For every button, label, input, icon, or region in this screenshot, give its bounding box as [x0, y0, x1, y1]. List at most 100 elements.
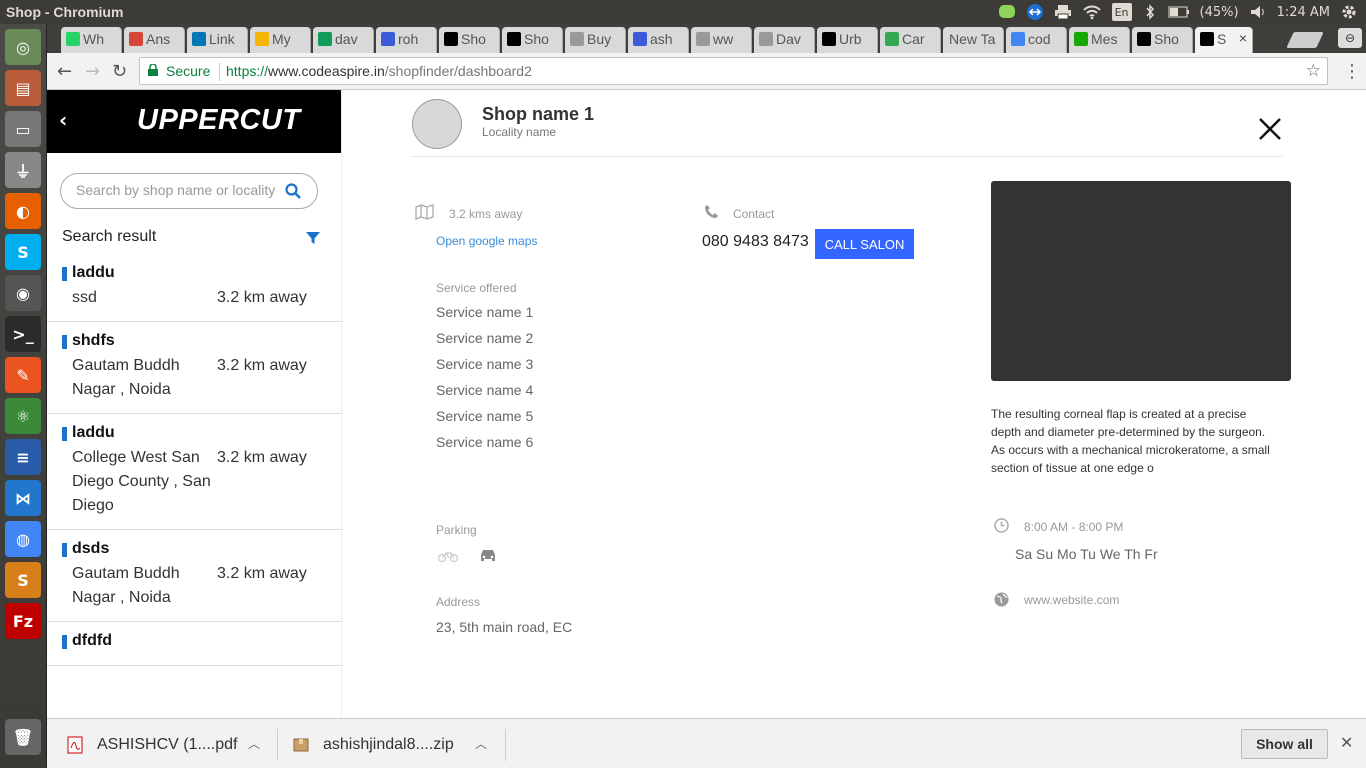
clock[interactable]: 1:24 AM [1277, 5, 1330, 20]
show-all-button[interactable]: Show all [1241, 729, 1328, 759]
terminal-icon[interactable]: >_ [5, 316, 41, 352]
tab-label: Ans [146, 31, 171, 47]
trash-icon[interactable]: 🗑 [5, 719, 41, 755]
atom-icon[interactable]: ⚛ [5, 398, 41, 434]
tab-favicon-icon [822, 32, 836, 46]
address-bar[interactable]: Secure https://www.codeaspire.in/shopfin… [139, 57, 1328, 85]
unity-launcher: ◎ ▤ ▭ ⏚ ◐ S ◉ >_ ✎ ⚛ ≡ ⋈ ◍ S Fz 🗑 [0, 24, 47, 768]
new-tab-button[interactable] [1286, 32, 1324, 48]
filter-icon[interactable] [306, 231, 320, 245]
bluetooth-icon[interactable] [1142, 3, 1158, 21]
bike-icon [438, 552, 458, 563]
vscode-icon[interactable]: ⋈ [5, 480, 41, 516]
shop-list-item[interactable]: laddu ssd 3.2 km away [47, 254, 342, 322]
tab-strip: Wh Ans Link My dav roh Sho Sho Buy ash ww Dav Urb Car… [47, 24, 1366, 53]
shop-list-item[interactable]: dfdfd [47, 622, 342, 666]
forward-arrow-icon[interactable]: → [85, 61, 100, 82]
browser-tab[interactable]: Sho [1132, 27, 1193, 53]
download-item[interactable]: ashishjindal8....zip ︿ [293, 719, 493, 769]
firefox-icon[interactable]: ◐ [5, 193, 41, 229]
address-label: Address [436, 595, 481, 609]
shop-item-name: dfdfd [72, 632, 112, 649]
chevron-up-icon[interactable]: ︿ [248, 735, 260, 752]
battery-icon[interactable] [1168, 3, 1190, 21]
lock-icon [148, 64, 158, 76]
shop-image [991, 181, 1291, 381]
browser-tab[interactable]: New Ta [943, 27, 1004, 53]
open-google-maps-link[interactable]: Open google maps [436, 234, 537, 248]
browser-tab[interactable]: My [250, 27, 311, 53]
browser-tab[interactable]: Mes [1069, 27, 1130, 53]
browser-menu-icon[interactable]: ⋮ [1343, 61, 1361, 82]
website-link[interactable]: www.website.com [1024, 593, 1119, 607]
service-item: Service name 1 [436, 304, 534, 320]
tab-label: Car [902, 31, 925, 47]
tab-close-icon[interactable]: × [1239, 30, 1247, 46]
bookmark-star-icon[interactable]: ☆ [1306, 61, 1321, 81]
chromium-icon[interactable]: ◍ [5, 521, 41, 557]
shop-item-distance: 3.2 km away [217, 357, 307, 374]
browser-tab[interactable]: cod [1006, 27, 1067, 53]
filezilla-icon[interactable]: Fz [5, 603, 41, 639]
wifi-icon[interactable] [1082, 3, 1102, 21]
back-arrow-icon[interactable]: ← [57, 61, 72, 82]
browser-tab[interactable]: Buy [565, 27, 626, 53]
browser-tab[interactable]: Link [187, 27, 248, 53]
browser-tab[interactable]: Car [880, 27, 941, 53]
browser-tab[interactable]: S × [1195, 27, 1253, 53]
shop-list-item[interactable]: dsds Gautam Buddh Nagar , Noida 3.2 km awa… [47, 530, 342, 622]
usb-drive-icon[interactable]: ⏚ [5, 152, 41, 188]
printer-icon[interactable] [1054, 3, 1072, 21]
settings-gear-icon[interactable] [1340, 3, 1358, 21]
back-chevron-icon[interactable]: ‹ [59, 108, 67, 132]
system-tray: En (45%) 1:24 AM [998, 3, 1358, 21]
shop-item-name: dsds [72, 540, 110, 557]
search-input[interactable]: Search by shop name or locality [60, 173, 318, 209]
webcam-icon[interactable]: ◉ [5, 275, 41, 311]
browser-tab[interactable]: Ans [124, 27, 185, 53]
browser-tab[interactable]: ww [691, 27, 752, 53]
window-control-icon[interactable]: ⊖ [1338, 28, 1362, 48]
browser-tab[interactable]: Dav [754, 27, 815, 53]
browser-tab[interactable]: Wh [61, 27, 122, 53]
browser-tab[interactable]: roh [376, 27, 437, 53]
shop-avatar [412, 99, 462, 149]
open-days: Sa Su Mo Tu We Th Fr [1015, 546, 1158, 562]
teamviewer-icon[interactable] [1026, 3, 1044, 21]
shop-list-item[interactable]: laddu College West San Diego County , San… [47, 414, 342, 530]
browser-tab[interactable]: Urb [817, 27, 878, 53]
tools-icon[interactable]: ✎ [5, 357, 41, 393]
call-salon-button[interactable]: CALL SALON [815, 229, 914, 259]
shop-item-location: Gautam Buddh Nagar , Noida [72, 565, 180, 606]
chevron-up-icon[interactable]: ︿ [475, 735, 487, 752]
url-host: www.codeaspire.in [268, 63, 385, 79]
shop-list-item[interactable]: shdfs Gautam Buddh Nagar , Noida 3.2 km aw… [47, 322, 342, 414]
skype-icon[interactable]: S [5, 234, 41, 270]
dash-home-icon[interactable]: ◎ [5, 29, 41, 65]
downloads-bar: ASHISHCV (1....pdf ︿ ashishjindal8....zi… [47, 718, 1366, 768]
chat-icon[interactable] [998, 3, 1016, 21]
keyboard-language[interactable]: En [1111, 3, 1132, 21]
shop-item-distance: 3.2 km away [217, 565, 307, 582]
writer-icon[interactable]: ≡ [5, 439, 41, 475]
search-icon[interactable] [285, 183, 301, 199]
reload-icon[interactable]: ↻ [112, 61, 127, 82]
url-text[interactable]: https://www.codeaspire.in/shopfinder/das… [226, 63, 532, 79]
browser-tab[interactable]: Sho [439, 27, 500, 53]
browser-tab[interactable]: ash [628, 27, 689, 53]
url-path: /shopfinder/dashboard2 [384, 63, 532, 79]
close-icon[interactable] [1257, 116, 1283, 142]
close-downloads-icon[interactable]: ✕ [1340, 733, 1353, 753]
shop-locality: Locality name [482, 125, 557, 139]
service-item: Service name 6 [436, 434, 534, 450]
download-item[interactable]: ASHISHCV (1....pdf ︿ [67, 719, 267, 769]
disk-icon[interactable]: ▭ [5, 111, 41, 147]
shop-item-name: shdfs [72, 332, 115, 349]
volume-icon[interactable] [1249, 3, 1267, 21]
sublime-icon[interactable]: S [5, 562, 41, 598]
browser-tab[interactable]: Sho [502, 27, 563, 53]
files-icon[interactable]: ▤ [5, 70, 41, 106]
tab-label: ww [713, 31, 734, 47]
search-result-list: laddu ssd 3.2 km away shdfs Gautam Buddh Nag… [47, 254, 342, 666]
browser-tab[interactable]: dav [313, 27, 374, 53]
